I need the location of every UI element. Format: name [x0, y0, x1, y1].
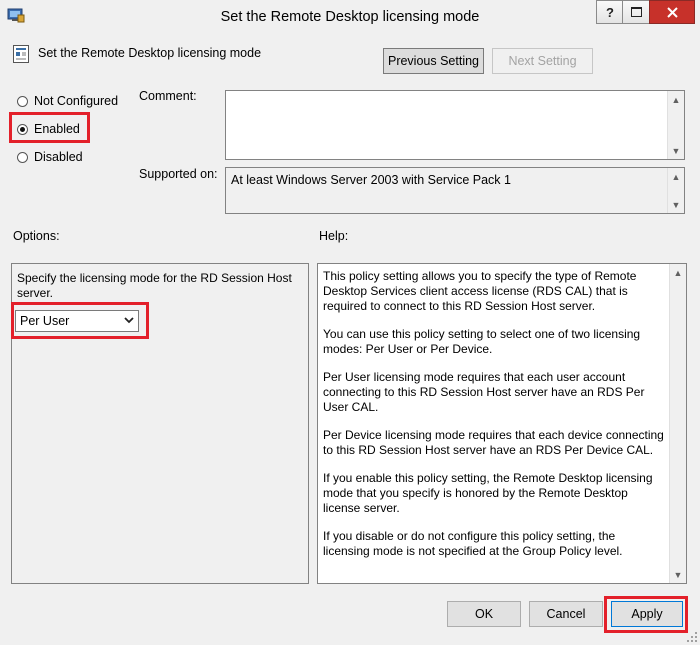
title-bar: Set the Remote Desktop licensing mode ?	[0, 0, 700, 34]
help-label: Help:	[319, 229, 349, 243]
apply-button[interactable]: Apply	[611, 601, 683, 627]
window-title: Set the Remote Desktop licensing mode	[220, 9, 480, 25]
ok-button[interactable]: OK	[447, 601, 521, 627]
options-label: Options:	[13, 229, 60, 243]
radio-circle	[17, 151, 28, 163]
licensing-mode-value: Per User	[20, 314, 70, 328]
help-question-icon: ?	[606, 4, 614, 20]
policy-name: Set the Remote Desktop licensing mode	[38, 46, 262, 60]
not-configured-label: Not Configured	[34, 94, 119, 108]
help-text: This policy setting allows you to specif…	[323, 269, 664, 572]
scroll-up-icon[interactable]: ▲	[668, 168, 684, 185]
maximize-button[interactable]	[622, 0, 649, 24]
enabled-radio[interactable]: Enabled	[17, 122, 80, 136]
help-paragraph: Per Device licensing mode requires that …	[323, 428, 664, 457]
policy-setting-icon	[13, 45, 29, 63]
cancel-button[interactable]: Cancel	[529, 601, 603, 627]
maximize-icon	[630, 7, 642, 17]
supported-on-label: Supported on:	[139, 167, 218, 181]
help-paragraph: You can use this policy setting to selec…	[323, 327, 641, 356]
help-panel: This policy setting allows you to specif…	[317, 263, 687, 584]
supported-on-field: At least Windows Server 2003 with Servic…	[225, 167, 685, 214]
not-configured-radio[interactable]: Not Configured	[17, 94, 118, 108]
comment-scrollbar[interactable]: ▲ ▼	[667, 91, 684, 159]
chevron-down-icon	[124, 317, 134, 324]
scroll-down-icon[interactable]: ▼	[668, 196, 684, 213]
scroll-down-icon[interactable]: ▼	[668, 142, 684, 159]
help-button[interactable]: ?	[596, 0, 623, 24]
scroll-down-icon[interactable]: ▼	[670, 566, 686, 583]
next-setting-button[interactable]: Next Setting	[492, 48, 593, 74]
help-paragraph: Per User licensing mode requires that ea…	[323, 370, 645, 414]
disabled-radio[interactable]: Disabled	[17, 150, 83, 164]
resize-grip-icon[interactable]	[686, 631, 698, 643]
close-button[interactable]	[649, 0, 695, 24]
radio-circle-selected	[17, 123, 28, 135]
options-description: Specify the licensing mode for the RD Se…	[17, 271, 292, 300]
previous-setting-button[interactable]: Previous Setting	[383, 48, 484, 74]
comment-label: Comment:	[139, 89, 197, 103]
scroll-up-icon[interactable]: ▲	[670, 264, 686, 281]
radio-circle	[17, 95, 28, 107]
help-paragraph: If you enable this policy setting, the R…	[323, 471, 653, 515]
licensing-mode-dropdown[interactable]: Per User	[15, 310, 139, 332]
help-scrollbar[interactable]: ▲ ▼	[669, 264, 686, 583]
enabled-label: Enabled	[34, 122, 80, 136]
help-paragraph: This policy setting allows you to specif…	[323, 269, 637, 313]
help-paragraph: If you disable or do not configure this …	[323, 529, 623, 558]
disabled-label: Disabled	[34, 150, 83, 164]
supported-on-value: At least Windows Server 2003 with Servic…	[231, 173, 511, 187]
supported-scrollbar[interactable]: ▲ ▼	[667, 168, 684, 213]
close-icon	[666, 6, 678, 18]
comment-textarea[interactable]: ▲ ▼	[225, 90, 685, 160]
scroll-up-icon[interactable]: ▲	[668, 91, 684, 108]
